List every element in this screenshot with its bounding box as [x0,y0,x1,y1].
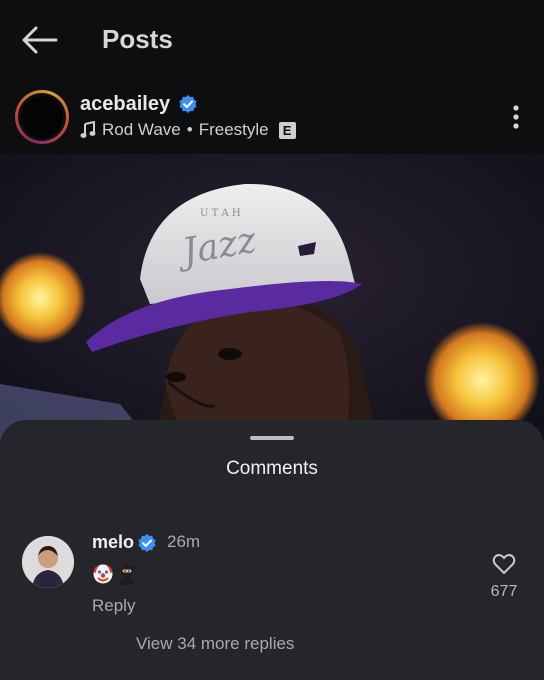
more-options-icon[interactable] [512,104,520,130]
post-username[interactable]: acebailey [80,93,170,116]
comments-title: Comments [226,458,318,479]
audio-track[interactable]: Rod Wave • Freestyle E [80,120,296,140]
comment-text [92,563,138,585]
view-more-replies-button[interactable]: View 34 more replies [136,634,294,654]
post-photo-illustration: Jazz U T A H [0,154,544,454]
verified-badge-icon [179,95,197,113]
commenter-avatar-image [22,536,74,588]
reply-button[interactable]: Reply [92,596,135,616]
cap-top-text: U T A H [200,208,241,219]
music-note-icon [80,121,96,138]
sheet-drag-handle[interactable] [250,436,294,440]
audio-separator: • [186,120,193,139]
story-ring-avatar[interactable] [15,90,69,144]
top-bar: Posts [0,0,544,82]
avatar [21,96,63,138]
audio-artist: Rod Wave [102,120,181,139]
comment-timestamp: 26m [167,532,201,551]
heart-icon[interactable] [492,553,516,575]
explicit-badge: E [278,121,296,139]
comments-sheet: Comments melo 26m Reply 677 View 34 more… [0,420,544,680]
post-author-row: acebailey Rod Wave • Freestyle E [0,82,544,154]
page-title: Posts [102,24,173,54]
post-image[interactable]: Jazz U T A H [0,154,544,454]
ninja-icon [120,565,137,585]
commenter-avatar[interactable] [22,536,74,588]
like-count: 677 [490,583,518,600]
clown-face-icon [93,564,113,584]
audio-track-name: Freestyle [198,120,269,139]
back-arrow-icon[interactable] [20,24,58,56]
comment-username[interactable]: melo [92,532,134,553]
verified-badge-icon [138,534,156,552]
